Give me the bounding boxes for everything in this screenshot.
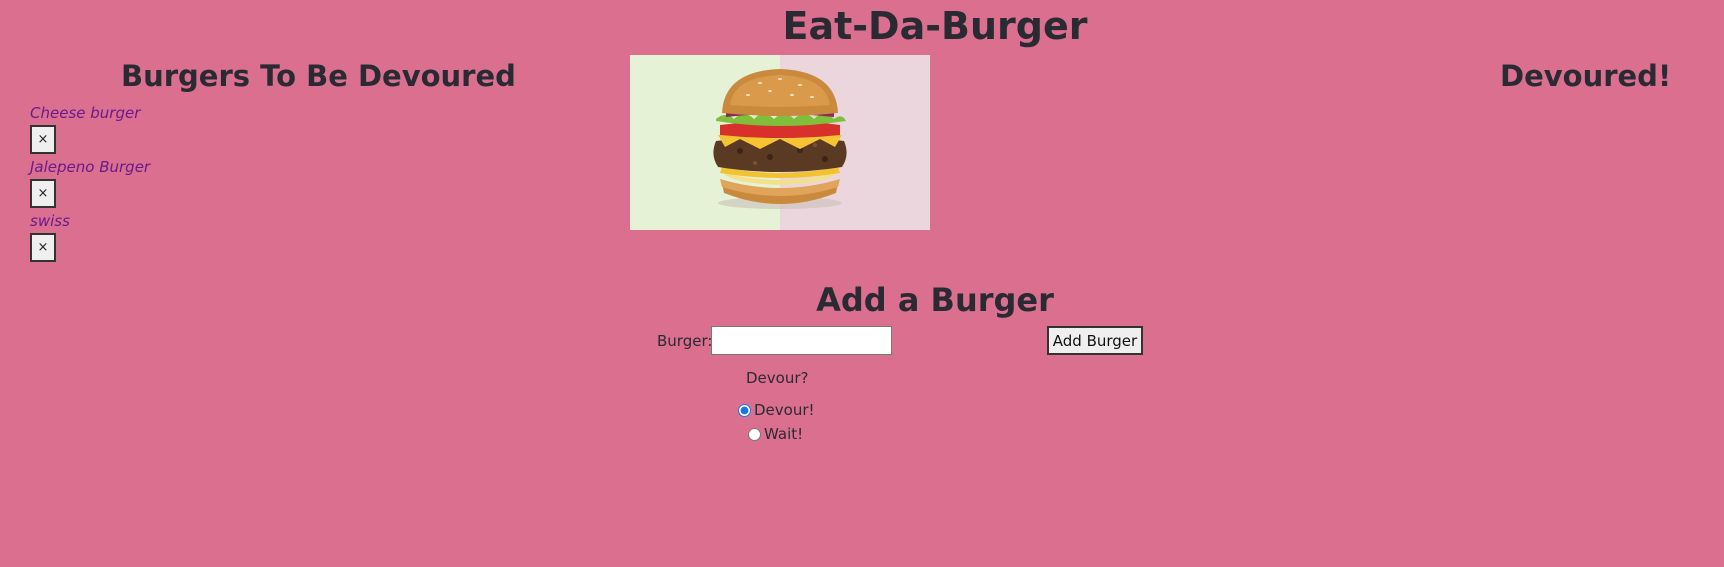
burger-name: Cheese burger <box>30 104 141 122</box>
list-item: Cheese burger × <box>30 104 150 158</box>
devour-radio[interactable] <box>738 403 751 417</box>
wait-radio[interactable] <box>748 427 761 441</box>
devour-button[interactable]: × <box>30 179 56 208</box>
wait-option-label: Wait! <box>764 425 804 443</box>
devour-option: Devour! <box>738 401 815 419</box>
burger-field-label: Burger: <box>657 332 713 350</box>
to-devour-heading: Burgers To Be Devoured <box>121 59 516 93</box>
burger-icon <box>630 55 930 230</box>
devoured-heading: Devoured! <box>1500 59 1672 93</box>
burger-name: Jalepeno Burger <box>30 158 151 176</box>
burger-name: swiss <box>30 212 70 230</box>
devour-option-label: Devour! <box>754 401 815 419</box>
devour-button[interactable]: × <box>30 233 56 262</box>
to-devour-list: Cheese burger × Jalepeno Burger × swiss … <box>30 104 150 266</box>
list-item: Jalepeno Burger × <box>30 158 150 212</box>
page-title: Eat-Da-Burger <box>782 4 1088 48</box>
add-burger-button[interactable]: Add Burger <box>1047 326 1143 355</box>
add-burger-heading: Add a Burger <box>816 281 1054 319</box>
list-item: swiss × <box>30 212 150 266</box>
burger-image <box>630 55 930 230</box>
burger-name-input[interactable] <box>711 326 892 355</box>
wait-option: Wait! <box>748 425 803 443</box>
devour-button[interactable]: × <box>30 125 56 154</box>
devour-question-label: Devour? <box>746 369 809 387</box>
